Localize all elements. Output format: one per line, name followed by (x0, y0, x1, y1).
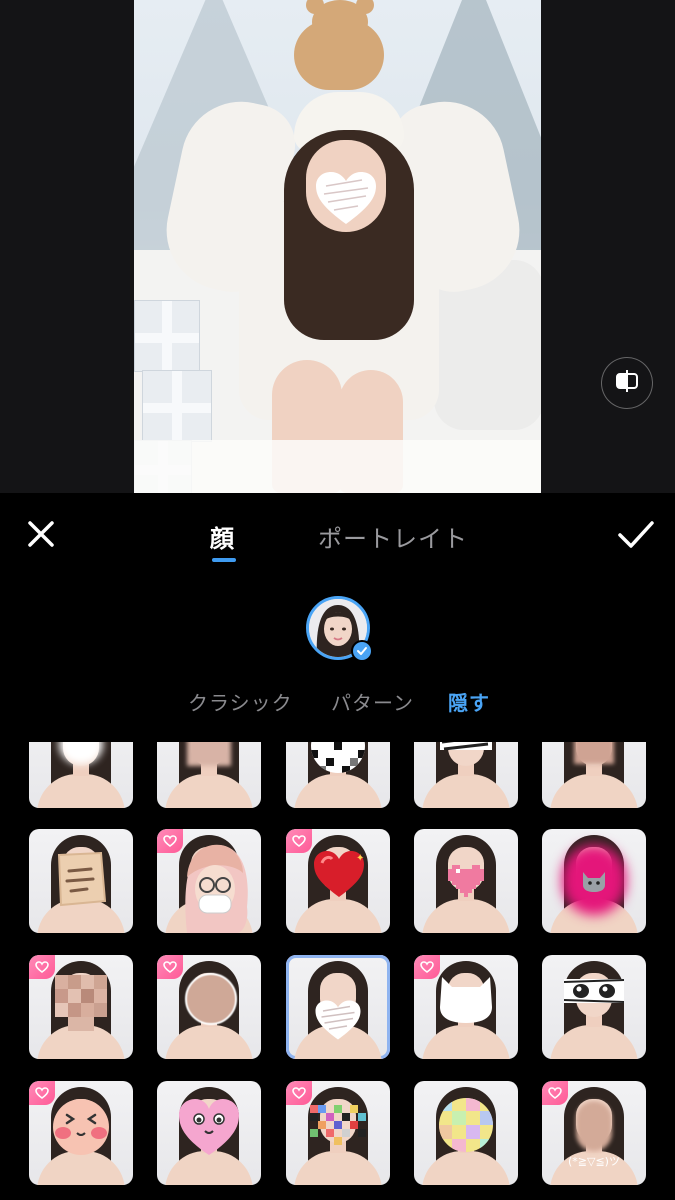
check-icon (356, 642, 368, 661)
mask-option-color-mosaic[interactable] (286, 1081, 390, 1185)
premium-heart-icon (414, 955, 440, 979)
subtab-hide[interactable]: 隠す (448, 687, 490, 716)
mask-option-blur-white[interactable] (29, 742, 133, 808)
mask-options-grid: ✦ (*≧▽≦)ツ (0, 742, 675, 1200)
mask-option-pink-cat[interactable] (542, 829, 646, 933)
premium-heart-icon (286, 829, 312, 853)
photo-preview-area (0, 0, 675, 493)
subtab-classic[interactable]: クラシック (188, 687, 293, 716)
active-tab-indicator (212, 558, 236, 562)
compare-icon (614, 368, 640, 398)
mask-option-mosaic-skin[interactable] (29, 955, 133, 1059)
close-button[interactable] (22, 515, 60, 553)
premium-heart-icon (286, 1081, 312, 1105)
mask-option-red-heart[interactable]: ✦ (286, 829, 390, 933)
photo-preview (134, 0, 541, 493)
mask-option-mosaic-bw[interactable] (286, 742, 390, 808)
face-selected-badge (351, 640, 373, 662)
premium-heart-icon (157, 955, 183, 979)
mask-option-blush-face[interactable] (29, 1081, 133, 1185)
heart-mask-overlay (314, 170, 378, 226)
mask-option-glasses-girl[interactable] (157, 829, 261, 933)
kaomoji-text: (*≧▽≦)ツ (568, 1155, 620, 1168)
mask-option-white-cat[interactable] (414, 955, 518, 1059)
compare-button[interactable] (601, 357, 653, 409)
mask-option-kaomoji[interactable]: (*≧▽≦)ツ (542, 1081, 646, 1185)
check-icon (614, 521, 658, 557)
mask-option-white-heart[interactable] (286, 955, 390, 1059)
premium-heart-icon (542, 1081, 568, 1105)
mask-option-manga-eyes[interactable] (542, 955, 646, 1059)
subtab-pattern[interactable]: パターン (331, 687, 414, 716)
mask-option-circle-blur[interactable] (157, 955, 261, 1059)
tab-portrait[interactable]: ポートレイト (318, 519, 468, 554)
confirm-button[interactable] (614, 515, 658, 553)
mask-option-blur-rect[interactable] (157, 742, 261, 808)
mask-option-sticky-note[interactable] (29, 829, 133, 933)
premium-heart-icon (29, 955, 55, 979)
close-icon (22, 521, 60, 557)
mask-option-pastel-circle[interactable] (414, 1081, 518, 1185)
premium-heart-icon (157, 829, 183, 853)
tab-face[interactable]: 顔 (210, 519, 235, 554)
svg-text:✦: ✦ (356, 853, 364, 864)
mask-option-pixel-heart[interactable] (414, 829, 518, 933)
premium-heart-icon (29, 1081, 55, 1105)
mask-option-pink-heart-face[interactable] (157, 1081, 261, 1185)
mask-option-blur-tall[interactable] (542, 742, 646, 808)
edit-toolbar: 顔 ポートレイト (0, 493, 675, 573)
mask-option-scribble-eyes[interactable] (414, 742, 518, 808)
